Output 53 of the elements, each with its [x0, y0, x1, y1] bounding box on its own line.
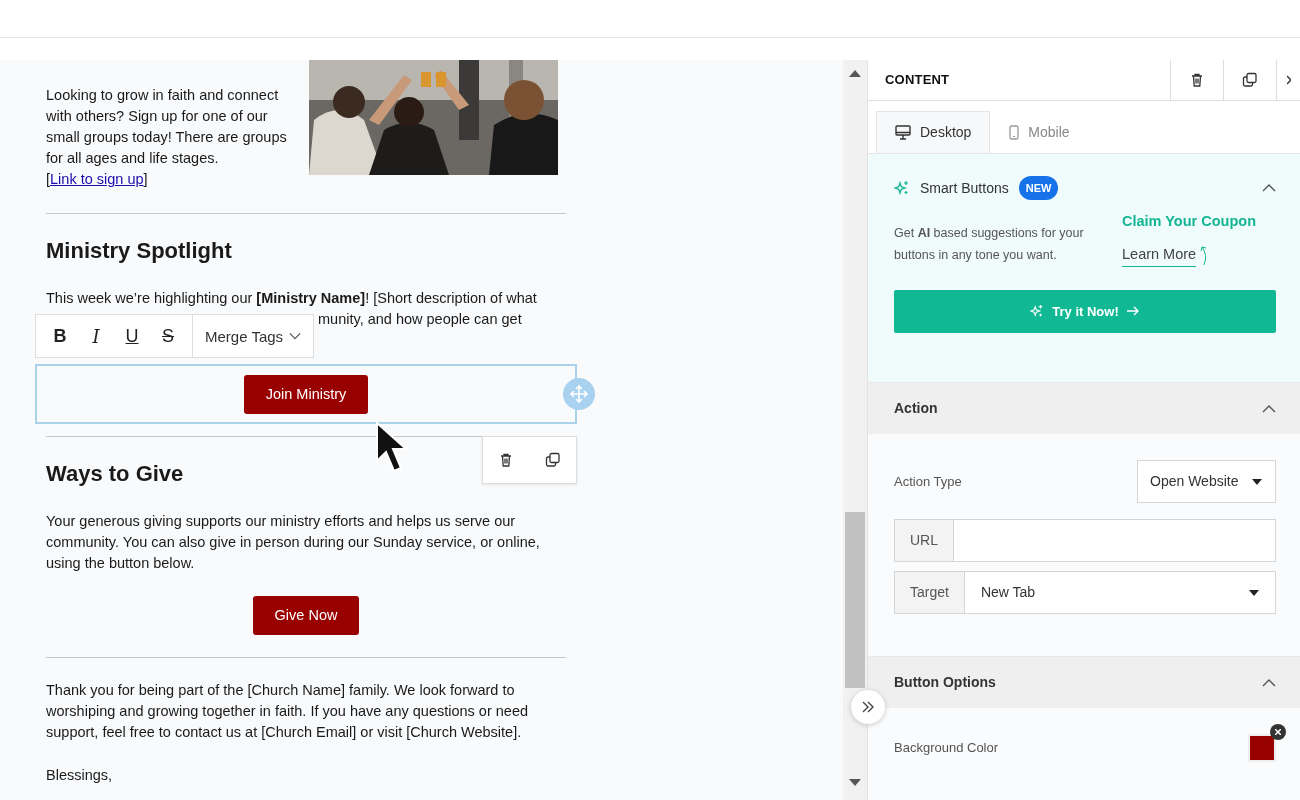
intro-paragraph: Looking to grow in faith and connect with others? Sign up for one of our small groups today! There are groups for all ages and life stages. [Link to sign up] [46, 86, 288, 189]
move-handle[interactable] [563, 378, 595, 410]
learn-more-link[interactable]: Learn More [1122, 244, 1197, 267]
scrollbar-thumb[interactable] [845, 512, 865, 688]
collapse-toggle[interactable] [1262, 678, 1276, 687]
scroll-down-icon[interactable] [849, 779, 861, 786]
sparkle-icon [1030, 304, 1045, 319]
chevron-up-icon [1262, 184, 1276, 192]
device-tab[interactable]: Desktop [876, 111, 991, 153]
join-ministry-button[interactable]: Join Ministry [243, 374, 369, 414]
copy-icon [544, 452, 561, 468]
collapse-toggle[interactable] [1262, 184, 1276, 192]
panel-title: CONTENT [884, 71, 951, 90]
copy-icon [1242, 72, 1258, 88]
bold-button[interactable]: B [42, 325, 78, 347]
action-type-select[interactable]: Open Website [1137, 460, 1276, 503]
section-heading: Ways to Give [46, 461, 185, 487]
give-now-button[interactable]: Give Now [252, 596, 360, 635]
new-badge: NEW [1018, 175, 1059, 201]
chevrons-right-icon [861, 701, 875, 713]
underline-button[interactable]: U [114, 325, 150, 347]
move-icon [570, 385, 588, 403]
section-title: Button Options [894, 673, 996, 692]
closing-paragraph: Thank you for being part of the [Church Name] family. We look forward to worshiping and growing together in faith. If you have any questions or need support, feel free to contact us at [Church Email] or visit [Church Website]. [46, 681, 530, 742]
color-swatch[interactable] [1248, 734, 1276, 762]
paragraph-line: This week we’re highlighting our [Ministry Name]! [Short description of what [46, 289, 538, 308]
italic-button[interactable]: I [78, 325, 114, 347]
device-tab[interactable]: Mobile [990, 111, 1089, 153]
sign-off: Blessings, [46, 766, 114, 785]
paragraph-line: munity, and how people can get [318, 310, 523, 329]
duplicate-button[interactable] [544, 452, 561, 468]
chevron-up-icon [1262, 678, 1276, 687]
give-paragraph: Your generous giving supports our ministry efforts and helps us serve our community. You can also give in person during our Sunday service, or online, using the button below. [46, 512, 541, 573]
signup-link[interactable]: Link to sign up [50, 171, 144, 187]
caret-down-icon [1252, 478, 1263, 485]
phone-icon [1009, 125, 1020, 140]
section-title: Smart Buttons [920, 178, 1009, 198]
field-label: Background Color [894, 739, 999, 758]
description: Get AI based suggestions for your buttons in any tone you want. [894, 225, 1085, 264]
chevron-down-icon [289, 332, 302, 340]
strikethrough-button[interactable]: S [150, 325, 186, 347]
sparkle-icon [894, 180, 910, 196]
arrow-right-icon [1126, 306, 1140, 317]
clear-color-button[interactable] [1270, 724, 1286, 740]
trash-icon [1189, 72, 1205, 88]
field-label: Action Type [894, 472, 962, 491]
merge-tags-dropdown[interactable]: Merge Tags [193, 325, 314, 347]
scroll-up-icon[interactable] [849, 70, 861, 77]
chevron-up-icon [1262, 404, 1276, 413]
monitor-icon [895, 125, 911, 140]
collapse-toggle[interactable] [1262, 404, 1276, 413]
section-heading: Ministry Spotlight [46, 238, 233, 264]
section-title: Action [894, 399, 938, 418]
